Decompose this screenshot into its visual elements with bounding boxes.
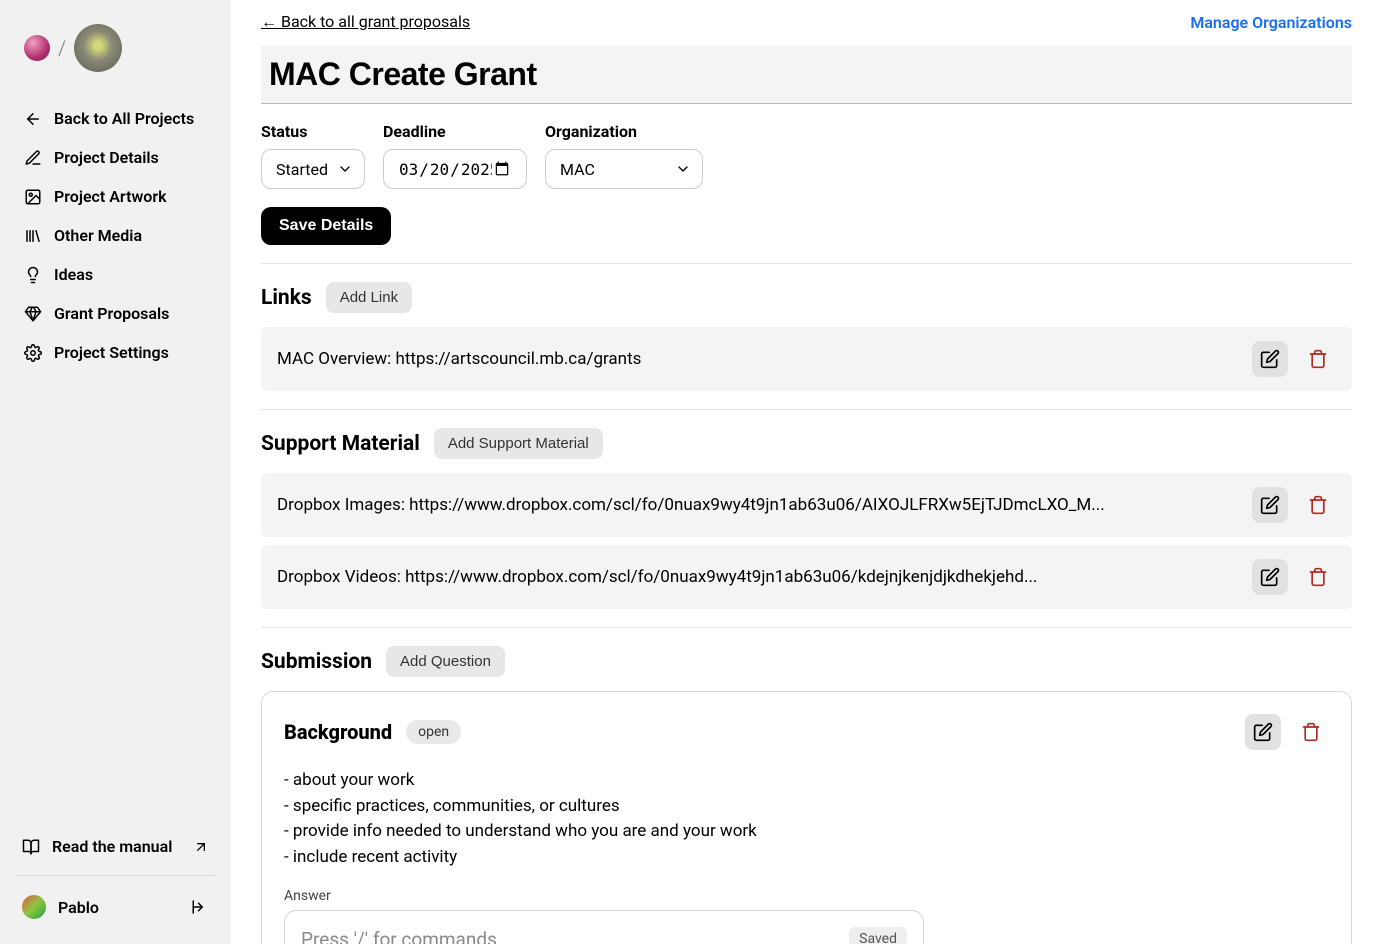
status-label: Status	[261, 122, 365, 141]
edit-support-button[interactable]	[1252, 487, 1288, 523]
edit-icon	[1260, 567, 1280, 587]
user-avatar	[22, 895, 46, 919]
question-status-badge: open	[406, 720, 461, 744]
trash-icon	[1308, 495, 1328, 515]
status-select[interactable]: Started	[261, 149, 365, 189]
question-description: - about your work - specific practices, …	[284, 768, 1329, 870]
support-heading: Support Material	[261, 432, 420, 456]
divider	[261, 627, 1352, 628]
add-question-button[interactable]: Add Question	[386, 646, 505, 677]
answer-label: Answer	[284, 888, 1329, 904]
sidebar-item-back[interactable]: Back to All Projects	[16, 100, 215, 137]
deadline-label: Deadline	[383, 122, 527, 141]
organization-label: Organization	[545, 122, 703, 141]
support-row: Dropbox Videos: https://www.dropbox.com/…	[261, 545, 1352, 609]
edit-support-button[interactable]	[1252, 559, 1288, 595]
manual-label: Read the manual	[52, 837, 172, 856]
organization-select[interactable]: MAC	[545, 149, 703, 189]
lightbulb-icon	[24, 266, 42, 284]
sidebar-item-label: Ideas	[54, 265, 93, 284]
trash-icon	[1308, 349, 1328, 369]
delete-support-button[interactable]	[1300, 559, 1336, 595]
breadcrumb-separator: /	[58, 36, 66, 60]
sidebar-item-label: Grant Proposals	[54, 304, 169, 323]
image-icon	[24, 188, 42, 206]
saved-indicator: Saved	[849, 927, 907, 944]
delete-link-button[interactable]	[1300, 341, 1336, 377]
links-heading: Links	[261, 286, 312, 310]
sidebar-nav: Back to All Projects Project Details Pro…	[16, 100, 215, 371]
link-row: MAC Overview: https://artscouncil.mb.ca/…	[261, 327, 1352, 391]
edit-icon	[1260, 349, 1280, 369]
workspace-avatar	[24, 35, 50, 61]
project-avatar	[74, 24, 122, 72]
sidebar-item-details[interactable]: Project Details	[16, 139, 215, 176]
user-name: Pablo	[58, 898, 99, 917]
edit-question-button[interactable]	[1245, 714, 1281, 750]
delete-question-button[interactable]	[1293, 714, 1329, 750]
pencil-line-icon	[24, 149, 42, 167]
link-text: MAC Overview: https://artscouncil.mb.ca/…	[277, 349, 1240, 369]
add-link-button[interactable]: Add Link	[326, 282, 412, 313]
logout-icon[interactable]	[191, 898, 209, 916]
divider	[261, 409, 1352, 410]
trash-icon	[1308, 567, 1328, 587]
edit-icon	[1253, 722, 1273, 742]
sidebar-item-grants[interactable]: Grant Proposals	[16, 295, 215, 332]
manage-organizations-link[interactable]: Manage Organizations	[1190, 13, 1352, 32]
question-title: Background	[284, 720, 392, 744]
proposal-title-input[interactable]	[261, 46, 1352, 104]
add-support-button[interactable]: Add Support Material	[434, 428, 603, 459]
deadline-input[interactable]	[383, 149, 527, 189]
edit-link-button[interactable]	[1252, 341, 1288, 377]
gear-icon	[24, 344, 42, 362]
support-text: Dropbox Videos: https://www.dropbox.com/…	[277, 567, 1240, 587]
divider	[261, 263, 1352, 264]
gem-icon	[24, 305, 42, 323]
sidebar-item-label: Other Media	[54, 226, 142, 245]
save-details-button[interactable]: Save Details	[261, 207, 391, 245]
support-row: Dropbox Images: https://www.dropbox.com/…	[261, 473, 1352, 537]
sidebar-item-label: Project Details	[54, 148, 159, 167]
sidebar-item-label: Project Artwork	[54, 187, 167, 206]
sidebar-item-label: Back to All Projects	[54, 109, 194, 128]
external-link-icon	[193, 839, 209, 855]
sidebar-item-ideas[interactable]: Ideas	[16, 256, 215, 293]
library-icon	[24, 227, 42, 245]
answer-editor[interactable]: Press '/' for commands Saved	[284, 910, 924, 944]
workspace-switcher[interactable]: /	[24, 24, 215, 72]
sidebar-item-settings[interactable]: Project Settings	[16, 334, 215, 371]
support-text: Dropbox Images: https://www.dropbox.com/…	[277, 495, 1240, 515]
submission-heading: Submission	[261, 650, 372, 674]
main-content: ← Back to all grant proposals Manage Org…	[231, 0, 1400, 944]
divider	[16, 875, 215, 876]
read-manual-link[interactable]: Read the manual	[16, 828, 215, 865]
sidebar-item-artwork[interactable]: Project Artwork	[16, 178, 215, 215]
edit-icon	[1260, 495, 1280, 515]
question-card: Background open - about your work - spec…	[261, 691, 1352, 944]
arrow-left-icon	[24, 110, 42, 128]
book-icon	[22, 838, 40, 856]
answer-placeholder: Press '/' for commands	[301, 928, 849, 944]
user-menu[interactable]: Pablo	[16, 886, 215, 928]
delete-support-button[interactable]	[1300, 487, 1336, 523]
sidebar-item-label: Project Settings	[54, 343, 169, 362]
trash-icon	[1301, 722, 1321, 742]
sidebar-item-media[interactable]: Other Media	[16, 217, 215, 254]
back-to-proposals-link[interactable]: ← Back to all grant proposals	[261, 12, 470, 32]
sidebar: / Back to All Projects Project Details P…	[0, 0, 231, 944]
